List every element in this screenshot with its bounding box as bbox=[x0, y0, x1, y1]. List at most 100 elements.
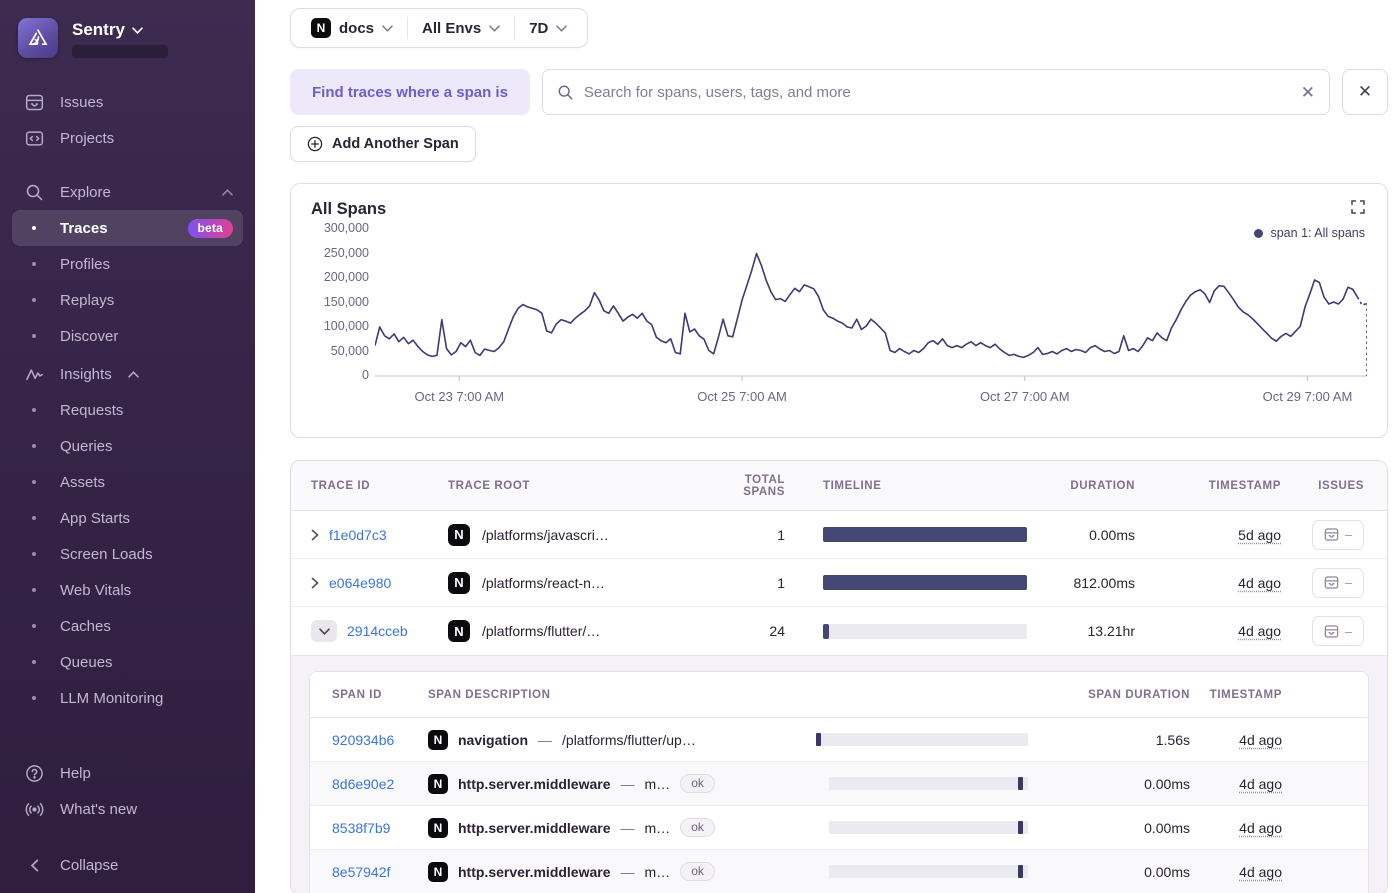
sidebar-item-whats-new[interactable]: What's new bbox=[12, 791, 243, 827]
sidebar-collapse-button[interactable]: Collapse bbox=[12, 847, 243, 883]
add-another-span-button[interactable]: Add Another Span bbox=[290, 126, 476, 162]
chart-y-axis: 0 50,000 100,000 150,000 200,000 250,000 300,0… bbox=[311, 221, 375, 383]
nextjs-platform-icon: N bbox=[448, 571, 470, 594]
chart-plot bbox=[375, 225, 1367, 383]
bullet-icon bbox=[24, 334, 44, 338]
dash-separator: — bbox=[620, 819, 635, 836]
bullet-icon bbox=[24, 226, 44, 230]
y-axis-label: 0 bbox=[362, 368, 369, 382]
sidebar-item-queues[interactable]: Queues bbox=[12, 644, 243, 680]
sidebar-section-insights[interactable]: Insights bbox=[12, 356, 243, 392]
clear-search-icon[interactable]: ✕ bbox=[1301, 84, 1315, 101]
sidebar: Sentry Issues Projects Explore Traces be… bbox=[0, 0, 255, 893]
issues-button[interactable]: – bbox=[1312, 567, 1364, 598]
timestamp-link[interactable]: 4d ago bbox=[1239, 864, 1282, 880]
x-axis-label: Oct 29 7:00 AM bbox=[1262, 389, 1353, 404]
environment-value: All Envs bbox=[422, 19, 482, 37]
span-status-badge: ok bbox=[680, 862, 715, 881]
sidebar-item-web-vitals[interactable]: Web Vitals bbox=[12, 572, 243, 608]
sidebar-item-issues[interactable]: Issues bbox=[12, 84, 243, 120]
expand-row-icon[interactable] bbox=[311, 529, 319, 541]
col-duration: DURATION bbox=[1070, 479, 1135, 492]
sentry-logo[interactable] bbox=[18, 18, 58, 58]
dash-separator: — bbox=[620, 863, 635, 880]
chevron-down-icon bbox=[132, 26, 143, 34]
environment-selector[interactable]: All Envs bbox=[408, 16, 514, 40]
bullet-icon bbox=[24, 660, 44, 664]
section-label: Insights bbox=[60, 365, 112, 383]
span-id-link[interactable]: 8e57942f bbox=[332, 864, 390, 880]
nextjs-platform-icon: N bbox=[448, 523, 470, 546]
sidebar-item-screen-loads[interactable]: Screen Loads bbox=[12, 536, 243, 572]
chart-area: 0 50,000 100,000 150,000 200,000 250,000 300,0… bbox=[311, 221, 1367, 383]
search-icon bbox=[558, 85, 573, 99]
timestamp-link[interactable]: 4d ago bbox=[1239, 732, 1282, 748]
span-row: 920934b6 N navigation — /platforms/flutt… bbox=[310, 718, 1368, 762]
sidebar-item-label: Web Vitals bbox=[60, 581, 132, 599]
y-axis-label: 250,000 bbox=[323, 245, 369, 260]
sidebar-item-label: Help bbox=[60, 764, 91, 782]
sidebar-item-replays[interactable]: Replays bbox=[12, 282, 243, 318]
sidebar-item-projects[interactable]: Projects bbox=[12, 120, 243, 156]
span-table: SPAN ID SPAN DESCRIPTION SPAN DURATION T… bbox=[309, 671, 1369, 893]
span-id-link[interactable]: 8d6e90e2 bbox=[332, 776, 394, 792]
nextjs-platform-icon: N bbox=[448, 620, 470, 642]
y-axis-label: 50,000 bbox=[330, 343, 369, 358]
sidebar-item-requests[interactable]: Requests bbox=[12, 392, 243, 428]
x-axis-label: Oct 27 7:00 AM bbox=[979, 389, 1070, 404]
collapse-row-icon[interactable] bbox=[311, 620, 337, 642]
sidebar-item-caches[interactable]: Caches bbox=[12, 608, 243, 644]
sidebar-section-explore[interactable]: Explore bbox=[12, 174, 243, 210]
timestamp-link[interactable]: 4d ago bbox=[1238, 575, 1281, 591]
sidebar-item-assets[interactable]: Assets bbox=[12, 464, 243, 500]
sidebar-item-profiles[interactable]: Profiles bbox=[12, 246, 243, 282]
span-op: http.server.middleware bbox=[458, 863, 611, 880]
span-search-box[interactable]: ✕ bbox=[541, 69, 1330, 115]
y-axis-label: 300,000 bbox=[323, 221, 369, 235]
sidebar-item-help[interactable]: Help bbox=[12, 755, 243, 791]
timestamp-link[interactable]: 4d ago bbox=[1239, 820, 1282, 836]
span-search-input[interactable] bbox=[583, 83, 1291, 101]
main-content: N docs All Envs 7D Find traces where a s… bbox=[255, 0, 1400, 893]
sidebar-item-queries[interactable]: Queries bbox=[12, 428, 243, 464]
duration: 812.00ms bbox=[1073, 574, 1135, 591]
sidebar-item-discover[interactable]: Discover bbox=[12, 318, 243, 354]
col-span-description: SPAN DESCRIPTION bbox=[428, 688, 551, 701]
timestamp-link[interactable]: 4d ago bbox=[1239, 776, 1282, 792]
y-axis-label: 200,000 bbox=[323, 270, 369, 284]
issues-icon bbox=[1324, 528, 1339, 541]
span-id-link[interactable]: 8538f7b9 bbox=[332, 820, 390, 836]
timestamp-link[interactable]: 4d ago bbox=[1238, 623, 1281, 639]
span-status-badge: ok bbox=[680, 774, 715, 793]
col-total-spans: TOTAL SPANS bbox=[743, 473, 785, 498]
org-switcher[interactable]: Sentry bbox=[72, 18, 168, 40]
sidebar-nav: Issues Projects Explore Traces beta Prof… bbox=[12, 84, 243, 755]
sidebar-item-llm-monitoring[interactable]: LLM Monitoring bbox=[12, 680, 243, 716]
expand-chart-icon[interactable] bbox=[1351, 200, 1365, 214]
date-range-selector[interactable]: 7D bbox=[515, 16, 581, 40]
issues-count: – bbox=[1344, 575, 1353, 590]
beta-badge: beta bbox=[187, 218, 233, 238]
issues-button[interactable]: – bbox=[1312, 616, 1364, 646]
remove-span-row-button[interactable]: ✕ bbox=[1342, 69, 1388, 115]
nextjs-platform-icon: N bbox=[428, 729, 448, 750]
trace-id-link[interactable]: f1e0d7c3 bbox=[329, 527, 387, 543]
col-timeline: TIMELINE bbox=[823, 479, 882, 492]
timestamp-link[interactable]: 5d ago bbox=[1238, 527, 1281, 543]
sidebar-item-label: Screen Loads bbox=[60, 545, 153, 563]
issues-button[interactable]: – bbox=[1312, 519, 1364, 550]
trace-id-link[interactable]: e064e980 bbox=[329, 575, 391, 591]
sidebar-item-app-starts[interactable]: App Starts bbox=[12, 500, 243, 536]
trace-id-link[interactable]: 2914cceb bbox=[347, 623, 408, 639]
col-trace-id: TRACE ID bbox=[311, 479, 371, 492]
span-id-link[interactable]: 920934b6 bbox=[332, 732, 394, 748]
chevron-down-icon bbox=[556, 24, 568, 32]
project-selector[interactable]: N docs bbox=[297, 16, 407, 40]
span-row: 8538f7b9 N http.server.middleware — m… o… bbox=[310, 806, 1368, 850]
bullet-icon bbox=[24, 696, 44, 700]
span-description: m… bbox=[644, 863, 671, 880]
y-axis-label: 150,000 bbox=[323, 294, 369, 309]
sidebar-item-traces[interactable]: Traces beta bbox=[12, 210, 243, 246]
col-issues: ISSUES bbox=[1318, 479, 1364, 492]
expand-row-icon[interactable] bbox=[311, 577, 319, 589]
